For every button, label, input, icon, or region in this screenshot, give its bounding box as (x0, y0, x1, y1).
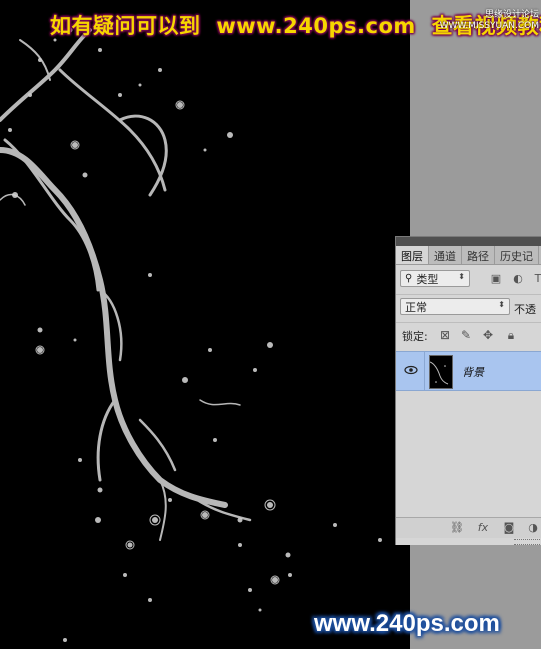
panel-title-bar[interactable] (396, 237, 541, 246)
adjustment-icon[interactable]: ◑ (526, 521, 540, 535)
fx-icon[interactable]: fx (476, 521, 490, 535)
corner-watermark-line1: 思缘设计论坛 (484, 10, 539, 20)
tab-paths[interactable]: 路径 (462, 246, 495, 264)
tab-history[interactable]: 历史记 (495, 246, 539, 264)
layer-name[interactable]: 背景 (462, 364, 484, 380)
eye-icon[interactable] (404, 364, 418, 376)
banner-url: www.240ps.com (216, 14, 416, 38)
filter-row: ⚲ 类型 ⬍ ▣ ◐ T (396, 267, 541, 291)
corner-watermark: 思缘设计论坛 WWW.MISSYUAN.COM (440, 10, 539, 32)
lock-position-icon[interactable]: ✥ (481, 328, 495, 342)
type-filter-icon[interactable]: T (532, 273, 541, 285)
top-banner: 如有疑问可以到 www.240ps.com 查看视频教程 思缘设计论坛 WWW.… (0, 8, 541, 38)
visibility-separator (424, 352, 425, 390)
mask-icon[interactable]: ◙ (502, 521, 516, 535)
blend-mode-select[interactable]: 正常 ⬍ (400, 298, 510, 315)
lock-label: 锁定: (402, 330, 428, 343)
bottom-watermark: www.240ps.com (314, 610, 500, 637)
layer-row-background[interactable]: 背景 (396, 351, 541, 391)
chevron-updown-icon: ⬍ (498, 300, 505, 309)
document-canvas[interactable] (0, 0, 410, 649)
panel-footer: ⛓ fx ◙ ◑ (396, 517, 541, 538)
adjustment-filter-icon[interactable]: ◐ (512, 273, 524, 285)
layer-thumbnail (429, 355, 453, 389)
lock-image-pixels-icon[interactable]: ✎ (459, 328, 473, 342)
lock-transparent-pixels-icon[interactable]: ⊠ (438, 328, 452, 342)
link-icon[interactable]: ⛓ (450, 521, 464, 535)
filter-kind-select[interactable]: ⚲ 类型 ⬍ (400, 270, 470, 287)
opacity-label: 不透 (514, 303, 536, 316)
search-icon: ⚲ (405, 273, 413, 284)
layers-panel: 图层 通道 路径 历史记 ⚲ 类型 ⬍ ▣ ◐ T 正常 ⬍ 不透 锁定: ⊠ … (395, 236, 541, 545)
tab-layers[interactable]: 图层 (396, 246, 429, 264)
lock-row: 锁定: ⊠ ✎ ✥ 🔒︎ (396, 322, 541, 347)
panel-tabs: 图层 通道 路径 历史记 (396, 246, 541, 265)
image-filter-icon[interactable]: ▣ (490, 273, 502, 285)
water-splash-image (0, 27, 382, 642)
chevron-updown-icon: ⬍ (458, 272, 465, 281)
corner-watermark-line2: WWW.MISSYUAN.COM (439, 21, 539, 31)
blend-mode-value: 正常 (405, 300, 427, 314)
blend-row: 正常 ⬍ 不透 (396, 294, 541, 319)
lock-all-icon[interactable]: 🔒︎ (504, 328, 518, 342)
filter-kind-label: 类型 (416, 272, 439, 286)
resize-grip[interactable] (514, 539, 540, 545)
tab-channels[interactable]: 通道 (429, 246, 462, 264)
banner-left-text: 如有疑问可以到 (50, 14, 201, 38)
